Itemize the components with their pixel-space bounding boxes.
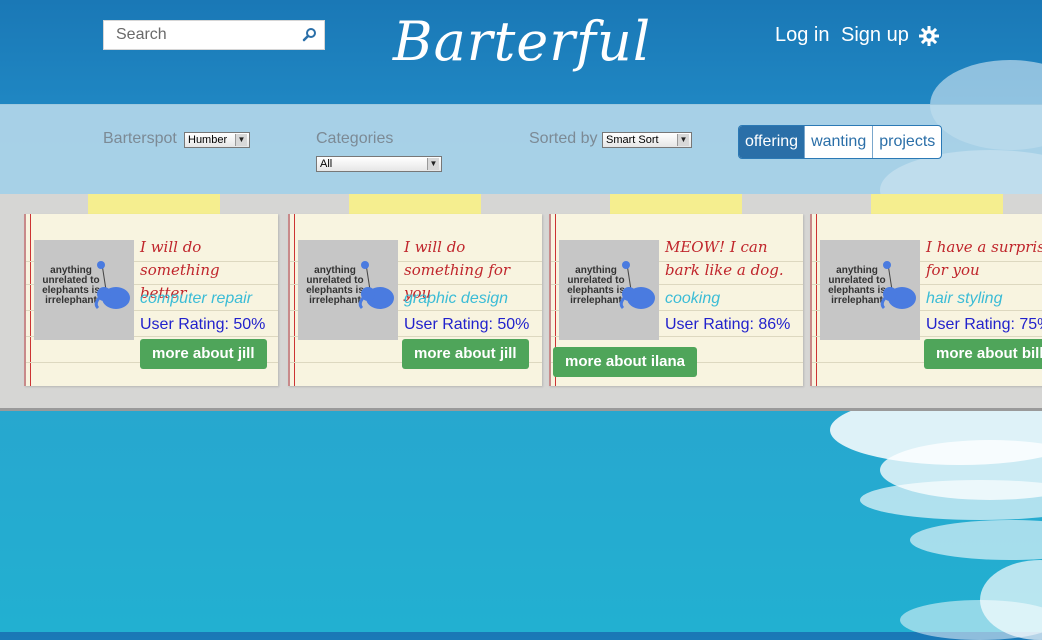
listing-category: computer repair	[140, 290, 253, 307]
more-about-button[interactable]: more about jill	[402, 339, 529, 369]
user-rating: User Rating: 50%	[404, 316, 530, 333]
more-about-button[interactable]: more about bill	[924, 339, 1042, 369]
chevron-down-icon: ▼	[427, 158, 439, 170]
sorted-by-label: Sorted by	[529, 130, 598, 147]
sort-select[interactable]: Smart Sort ▼	[602, 132, 692, 148]
chevron-down-icon: ▼	[235, 134, 247, 146]
elephant-icon	[619, 261, 655, 310]
listing-card: anything unrelated to elephants is irrel…	[810, 214, 1042, 386]
listing-thumbnail[interactable]: anything unrelated to elephants is irrel…	[298, 240, 398, 340]
listing-category: hair styling	[926, 290, 1003, 307]
tab-projects[interactable]: projects	[873, 126, 941, 158]
tab-wanting[interactable]: wanting	[805, 126, 874, 158]
logo[interactable]: Barterful	[386, 6, 658, 78]
elephant-icon	[94, 261, 130, 310]
listing-type-tabs: offering wanting projects	[738, 125, 943, 159]
signup-link[interactable]: Sign up	[841, 24, 909, 47]
header: Barterful Log in Sign up	[0, 0, 1042, 104]
barterspot-select[interactable]: Humber ▼	[184, 132, 250, 148]
tab-offering[interactable]: offering	[739, 126, 806, 158]
user-rating: User Rating: 50%	[140, 316, 266, 333]
search-box[interactable]	[103, 20, 325, 50]
listing-card: anything unrelated to elephants is irrel…	[549, 214, 803, 386]
listing-title[interactable]: I have a surprise for you	[926, 236, 1042, 282]
listing-category: cooking	[665, 290, 721, 307]
listing-thumbnail[interactable]: anything unrelated to elephants is irrel…	[559, 240, 659, 340]
categories-label: Categories	[316, 130, 394, 147]
elephant-icon	[358, 261, 394, 310]
barterspot-value: Humber	[188, 134, 228, 146]
more-about-button[interactable]: more about ilana	[553, 347, 698, 377]
sort-value: Smart Sort	[606, 134, 659, 146]
listing-card: anything unrelated to elephants is irrel…	[288, 214, 542, 386]
user-rating: User Rating: 75%	[926, 316, 1042, 333]
listing-category: graphic design	[404, 290, 509, 307]
barterspot-label: Barterspot	[103, 130, 177, 147]
listing-card: anything unrelated to elephants is irrel…	[24, 214, 278, 386]
login-link[interactable]: Log in	[775, 24, 830, 47]
listing-thumbnail[interactable]: anything unrelated to elephants is irrel…	[34, 240, 134, 340]
more-about-button[interactable]: more about jill	[140, 339, 267, 369]
elephant-icon	[880, 261, 916, 310]
categories-value: All	[320, 158, 333, 170]
listing-title[interactable]: MEOW! I can bark like a dog.	[665, 236, 795, 282]
listing-thumbnail[interactable]: anything unrelated to elephants is irrel…	[820, 240, 920, 340]
categories-select[interactable]: All ▼	[316, 156, 442, 172]
chevron-down-icon: ▼	[677, 134, 689, 146]
listing-strip: anything unrelated to elephants is irrel…	[0, 194, 1042, 411]
search-input[interactable]	[104, 21, 306, 49]
search-icon[interactable]	[302, 27, 318, 43]
gear-icon[interactable]	[918, 25, 940, 47]
user-rating: User Rating: 86%	[665, 316, 791, 333]
